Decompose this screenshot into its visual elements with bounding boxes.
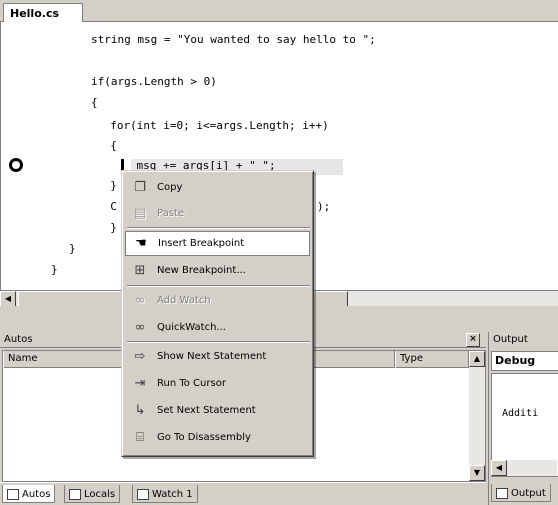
menu-item-run-to-cursor[interactable]: ⇥ Run To Cursor bbox=[125, 371, 310, 396]
autos-vertical-scrollbar[interactable]: ▲ ▼ bbox=[469, 351, 485, 481]
locals-tab-icon bbox=[69, 489, 81, 500]
menu-item-go-to-disassembly-label: Go To Disassembly bbox=[157, 432, 251, 443]
tab-watch-1[interactable]: Watch 1 bbox=[132, 485, 198, 503]
code-line-9: C bbox=[97, 200, 117, 213]
menu-item-insert-breakpoint-label: Insert Breakpoint bbox=[158, 238, 245, 249]
autos-title: Autos bbox=[4, 334, 33, 345]
scroll-up-icon[interactable]: ▲ bbox=[469, 351, 485, 367]
output-source-dropdown[interactable]: Debug bbox=[491, 351, 558, 371]
autos-tab-icon bbox=[7, 489, 19, 500]
menu-item-set-next-statement[interactable]: ↳ Set Next Statement bbox=[125, 398, 310, 423]
add-watch-icon: ∞ bbox=[134, 293, 146, 308]
output-title: Output bbox=[493, 334, 528, 345]
menu-separator bbox=[127, 285, 310, 287]
menu-item-paste[interactable]: ▤ Paste bbox=[125, 201, 310, 226]
menu-item-show-next-statement-label: Show Next Statement bbox=[157, 351, 267, 362]
scroll-down-icon[interactable]: ▼ bbox=[469, 465, 485, 481]
copy-icon: ❐ bbox=[134, 180, 146, 195]
menu-item-copy[interactable]: ❐ Copy bbox=[125, 175, 310, 200]
tab-watch-1-label: Watch 1 bbox=[152, 489, 193, 500]
quickwatch-icon: ∞ bbox=[134, 320, 146, 335]
code-line-5: for(int i=0; i<=args.Length; i++) bbox=[97, 119, 329, 132]
context-menu: ❐ Copy ▤ Paste ☚ Insert Breakpoint ⊞ New… bbox=[121, 170, 314, 457]
output-panel: Output Debug Additi ◀ Output bbox=[488, 332, 558, 505]
menu-item-go-to-disassembly[interactable]: ⌸ Go To Disassembly bbox=[125, 425, 310, 450]
menu-item-quickwatch-label: QuickWatch... bbox=[157, 322, 226, 333]
menu-item-new-breakpoint[interactable]: ⊞ New Breakpoint... bbox=[125, 258, 310, 283]
menu-separator bbox=[127, 227, 310, 229]
menu-item-paste-label: Paste bbox=[157, 208, 184, 219]
code-line-4: { bbox=[91, 96, 98, 109]
code-line-10: } bbox=[97, 221, 117, 234]
code-line-12: } bbox=[51, 263, 58, 276]
scroll-left-icon[interactable]: ◀ bbox=[491, 460, 507, 476]
code-line-8: } bbox=[97, 179, 117, 192]
tab-autos-label: Autos bbox=[22, 489, 51, 500]
menu-item-add-watch[interactable]: ∞ Add Watch bbox=[125, 288, 310, 313]
code-line-6: { bbox=[97, 139, 117, 152]
tab-output-label: Output bbox=[511, 488, 546, 499]
run-to-cursor-icon: ⇥ bbox=[134, 376, 146, 391]
menu-item-run-to-cursor-label: Run To Cursor bbox=[157, 378, 226, 389]
show-next-statement-icon: ⇨ bbox=[134, 349, 146, 364]
paste-icon: ▤ bbox=[133, 206, 147, 221]
insert-breakpoint-icon: ☚ bbox=[135, 236, 147, 251]
menu-item-new-breakpoint-label: New Breakpoint... bbox=[157, 265, 246, 276]
menu-item-copy-label: Copy bbox=[157, 182, 183, 193]
debug-window-tabs: Autos Locals Watch 1 bbox=[0, 482, 486, 505]
output-tab-icon bbox=[496, 488, 508, 499]
watch-tab-icon bbox=[137, 489, 149, 500]
breakpoint-gutter[interactable] bbox=[1, 22, 31, 290]
menu-item-set-next-statement-label: Set Next Statement bbox=[157, 405, 256, 416]
code-line-3: if(args.Length > 0) bbox=[91, 75, 217, 88]
menu-item-add-watch-label: Add Watch bbox=[157, 295, 211, 306]
close-icon[interactable]: × bbox=[466, 333, 480, 347]
execution-marker-icon bbox=[9, 158, 23, 172]
new-breakpoint-icon: ⊞ bbox=[134, 263, 146, 278]
column-header-type[interactable]: Type bbox=[395, 351, 469, 368]
code-line-1: string msg = "You wanted to say hello to… bbox=[91, 33, 376, 46]
go-to-disassembly-icon: ⌸ bbox=[136, 430, 144, 445]
scroll-left-icon[interactable]: ◀ bbox=[0, 291, 16, 307]
menu-item-insert-breakpoint[interactable]: ☚ Insert Breakpoint bbox=[125, 231, 310, 256]
tab-locals[interactable]: Locals bbox=[64, 485, 121, 503]
set-next-statement-icon: ↳ bbox=[134, 403, 146, 418]
menu-item-show-next-statement[interactable]: ⇨ Show Next Statement bbox=[125, 344, 310, 369]
code-line-9-end: ); bbox=[317, 200, 331, 213]
code-line-11: } bbox=[69, 242, 76, 255]
menu-item-quickwatch[interactable]: ∞ QuickWatch... bbox=[125, 315, 310, 340]
tab-locals-label: Locals bbox=[84, 489, 116, 500]
menu-separator bbox=[127, 341, 310, 343]
editor-tab-strip: Hello.cs bbox=[0, 0, 558, 23]
tab-output[interactable]: Output bbox=[491, 484, 551, 502]
tab-hello-cs[interactable]: Hello.cs bbox=[3, 3, 83, 23]
output-horizontal-scrollbar[interactable]: ◀ bbox=[491, 460, 557, 476]
output-text: Additi bbox=[502, 408, 539, 419]
tab-autos[interactable]: Autos bbox=[2, 485, 56, 503]
